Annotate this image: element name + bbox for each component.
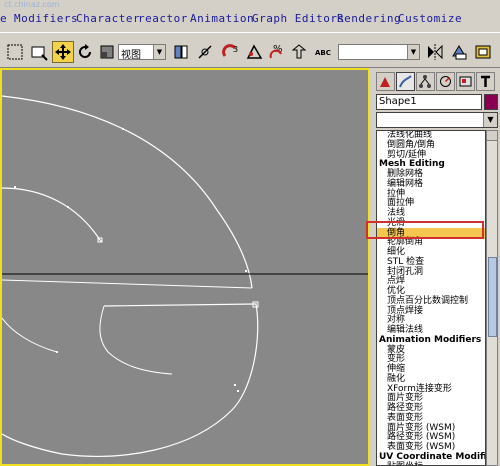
layer-manager-icon[interactable] [472,41,494,63]
modifier-list-combo[interactable]: ▼ [376,112,498,128]
menu-character[interactable]: Character [76,12,140,25]
menu-animation[interactable]: Animation [190,12,254,25]
scrollbar-thumb[interactable] [488,257,497,337]
menu-customize[interactable]: Customize [398,12,462,25]
chevron-down-icon: ▼ [483,113,497,127]
command-panel: Shape1 ▼ 法线化曲线 倒圆角/倒角 剪切/延伸 Mesh Editing 删除网… [372,68,500,466]
object-name-field[interactable]: Shape1 [376,94,482,110]
menu-bar: e Modifiers Character reactor Animation … [0,8,500,30]
motion-tab-icon[interactable] [436,72,455,91]
modify-tab-icon[interactable] [396,72,415,91]
modifier-list[interactable]: 法线化曲线 倒圆角/倒角 剪切/延伸 Mesh Editing 删除网格 编辑网格 拉伸 面拉… [376,130,486,466]
svg-text:ABC: ABC [315,49,331,57]
menu-file[interactable]: e [0,12,7,25]
menu-modifiers[interactable]: Modifiers [14,12,78,25]
modifier-item[interactable]: 贴图坐标 [387,462,423,466]
align-icon[interactable] [448,41,470,63]
named-selection-combo[interactable]: ▼ [338,44,420,60]
rotate-icon[interactable] [74,41,96,63]
pivot-icon[interactable] [170,41,192,63]
manipulate-icon[interactable] [194,41,216,63]
menu-reactor[interactable]: reactor [138,12,188,25]
percent-snap-icon[interactable]: % [266,41,288,63]
snap-icon[interactable]: 3 [220,41,242,63]
select-region-icon[interactable] [28,41,50,63]
viewport[interactable] [0,68,370,466]
spline-shape [2,95,368,457]
view-combo-value: 视图 [121,50,141,61]
hierarchy-tab-icon[interactable] [416,72,435,91]
menu-graph-editors[interactable]: Graph Editors [252,12,345,25]
menu-rendering[interactable]: Rendering [337,12,401,25]
create-tab-icon[interactable] [376,72,395,91]
modifier-list-scrollbar[interactable] [486,130,498,466]
highlight-annotation-box [366,221,484,239]
scale-icon[interactable] [96,41,118,63]
chevron-down-icon: ▼ [153,45,165,59]
view-combo[interactable]: 视图 ▼ [118,44,166,61]
select-object-icon[interactable] [4,41,26,63]
scroll-up-icon[interactable] [487,131,497,141]
mirror-icon[interactable] [424,41,446,63]
svg-text:3: 3 [233,45,238,54]
chevron-down-icon: ▼ [407,45,419,59]
main-toolbar: 视图 ▼ 3 % ABC ▼ [0,32,500,68]
move-icon[interactable] [52,41,74,63]
named-selection-icon[interactable]: ABC [312,41,334,63]
angle-snap-icon[interactable] [244,41,266,63]
display-tab-icon[interactable] [456,72,475,91]
object-color-swatch[interactable] [484,94,498,110]
spinner-snap-icon[interactable] [288,41,310,63]
utilities-tab-icon[interactable] [476,72,495,91]
